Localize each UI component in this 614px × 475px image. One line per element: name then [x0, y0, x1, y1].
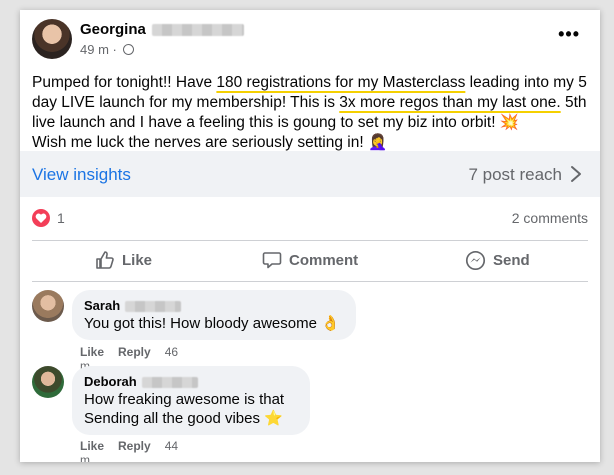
- commenter-name[interactable]: Sarah: [84, 297, 344, 314]
- author-name[interactable]: Georgina: [80, 21, 244, 38]
- post-text-part4: Wish me luck the nerves are seriously se…: [32, 134, 368, 151]
- insights-bar[interactable]: View insights 7 post reach: [20, 151, 600, 197]
- send-label: Send: [493, 252, 530, 269]
- audience-icon[interactable]: [123, 44, 135, 55]
- comment-text-content: You got this! How bloody awesome: [84, 315, 322, 332]
- comment-bubble: Sarah You got this! How bloody awesome 👌: [72, 290, 356, 340]
- post-card: Georgina 49 m · ••• Pumped for tonight!!…: [20, 10, 600, 462]
- redacted-surname: [141, 377, 198, 389]
- comment-like-button[interactable]: Like: [80, 439, 104, 453]
- comment-text: You got this! How bloody awesome 👌: [84, 314, 344, 333]
- like-label: Like: [122, 251, 153, 269]
- post-reach: 7 post reach: [468, 165, 562, 184]
- comment-button[interactable]: Comment: [262, 250, 358, 270]
- messenger-icon: [465, 250, 486, 271]
- commenter-name[interactable]: Deborah: [84, 373, 298, 390]
- comment-bubble: Deborah How freaking awesome is that Sen…: [72, 366, 310, 435]
- thumbs-up-icon: [96, 251, 114, 269]
- comments-count[interactable]: 2 comments: [512, 210, 588, 226]
- commenter-avatar[interactable]: [32, 290, 64, 322]
- comment-reply-button[interactable]: Reply: [118, 439, 151, 453]
- post-time[interactable]: 49 m ·: [80, 42, 120, 57]
- comment-like-button[interactable]: Like: [80, 345, 104, 359]
- post-header: Georgina 49 m · •••: [20, 10, 600, 68]
- like-button[interactable]: Like: [95, 250, 152, 270]
- collision-emoji: 💥: [499, 114, 520, 131]
- divider: [32, 240, 588, 241]
- chevron-right-icon[interactable]: [570, 165, 582, 183]
- commenter-name-text[interactable]: Sarah: [84, 298, 120, 313]
- redacted-surname: [151, 24, 244, 37]
- author-name-text[interactable]: Georgina: [80, 21, 146, 38]
- comment-text-content: Sending all the good vibes: [84, 410, 265, 427]
- post-meta: 49 m ·: [80, 42, 135, 57]
- post-body: Pumped for tonight!! Have 180 registrati…: [32, 73, 592, 153]
- reaction-count[interactable]: 1: [57, 210, 65, 226]
- view-insights-link[interactable]: View insights: [32, 165, 131, 185]
- facepalm-emoji: 🤦‍♀️: [367, 134, 388, 151]
- comment-reply-button[interactable]: Reply: [118, 345, 151, 359]
- comment-text-line1: How freaking awesome is that: [84, 391, 285, 408]
- divider: [32, 281, 588, 282]
- redacted-surname: [125, 301, 182, 313]
- comment-label: Comment: [289, 251, 359, 269]
- more-options-icon[interactable]: •••: [558, 24, 580, 45]
- highlight-registrations: 180 registrations for my Masterclass: [216, 74, 466, 91]
- star-emoji: ⭐: [264, 410, 283, 427]
- action-bar: Like Comment Send: [20, 242, 600, 278]
- ok-hand-emoji: 👌: [321, 315, 340, 332]
- send-button[interactable]: Send: [465, 250, 530, 271]
- comment-icon: [262, 252, 282, 269]
- author-avatar[interactable]: [32, 19, 72, 59]
- post-text-part1: Pumped for tonight!! Have: [32, 74, 217, 91]
- heart-icon: [32, 209, 50, 227]
- comment-actions: Like Reply 44 m: [80, 439, 178, 462]
- commenter-avatar[interactable]: [32, 366, 64, 398]
- commenter-name-text[interactable]: Deborah: [84, 374, 137, 389]
- comment-text-line2: Sending all the good vibes ⭐: [84, 409, 298, 428]
- highlight-regos: 3x more regos than my last one.: [339, 94, 561, 111]
